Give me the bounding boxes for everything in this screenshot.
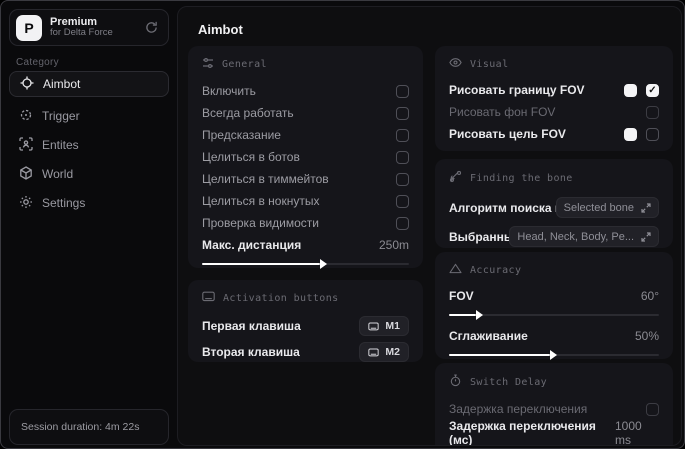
slider-value: 1000 ms (615, 419, 642, 446)
bone-row: Выбранные кос Head, Neck, Body, Pe... (449, 223, 659, 250)
entity-scan-icon (19, 136, 33, 154)
world-icon (19, 165, 33, 183)
toggle-row: Задержка переключения (449, 398, 659, 420)
slider-value: 60° (640, 289, 659, 303)
brand-subtitle: for Delta Force (50, 27, 113, 39)
stopwatch-icon (449, 374, 462, 390)
checkbox[interactable] (396, 172, 409, 186)
sidebar-item-label: Aimbot (43, 77, 81, 91)
smoothing-slider[interactable] (449, 350, 659, 360)
panel-accuracy: Accuracy FOV 60° Сглаживание 50% (435, 252, 673, 360)
color-swatch[interactable] (624, 127, 637, 141)
bone-row: Алгоритм поиска кост Selected bone (449, 194, 659, 221)
checkbox[interactable] (646, 127, 659, 141)
selected-bones-dropdown[interactable]: Head, Neck, Body, Pe... (509, 226, 659, 247)
keybind-button-m2[interactable]: M2 (359, 342, 409, 362)
panel-switch-delay: Switch Delay Задержка переключения Задер… (435, 363, 673, 446)
brand-card: P Premium for Delta Force (9, 9, 169, 46)
fov-slider[interactable] (449, 310, 659, 320)
toggle-row: Целиться в нокнутых (202, 190, 409, 212)
keyboard-icon (202, 291, 215, 305)
keybind-row: Вторая клавиша M2 (202, 339, 409, 365)
main-content: Aimbot General Включить Всегда работать (177, 6, 682, 446)
category-label: Category (16, 57, 59, 68)
keyboard-icon (368, 321, 380, 330)
sidebar-item-label: World (42, 167, 74, 181)
panel-title: Visual (470, 58, 509, 70)
checkbox[interactable] (396, 194, 409, 208)
sidebar-item-label: Trigger (42, 109, 80, 123)
panel-title: Switch Delay (470, 376, 548, 388)
toggle-row: Предсказание (202, 124, 409, 146)
slider-label-row: Задержка переключения (мс) 1000 ms (449, 419, 659, 446)
bone-icon (449, 170, 462, 186)
toggle-row: Целиться в ботов (202, 146, 409, 168)
eye-icon (449, 57, 462, 71)
sidebar-item-entites[interactable]: Entites (9, 132, 169, 158)
panel-activation-buttons: Activation buttons Первая клавиша M1 Вто… (188, 280, 423, 362)
keyboard-icon (368, 347, 380, 356)
panel-title: Activation buttons (223, 292, 339, 304)
scope-icon (19, 108, 33, 125)
slider-value: 250m (378, 238, 409, 252)
expand-icon (641, 231, 651, 242)
sidebar-item-aimbot[interactable]: Aimbot (9, 71, 169, 97)
panel-finding-bone: Finding the bone Алгоритм поиска кост Se… (435, 159, 673, 248)
panel-title: General (222, 59, 267, 70)
visual-row: Рисовать фон FOV (449, 101, 659, 123)
crosshair-icon (20, 76, 34, 93)
panel-title: Finding the bone (470, 172, 573, 184)
checkbox[interactable] (396, 128, 409, 142)
panel-title: Accuracy (470, 264, 522, 276)
visual-row: Рисовать цель FOV (449, 123, 659, 145)
bone-algorithm-dropdown[interactable]: Selected bone (555, 197, 659, 218)
max-distance-slider[interactable] (202, 259, 409, 269)
visual-row: Рисовать границу FOV (449, 79, 659, 101)
slider-value: 50% (634, 329, 659, 343)
sidebar: P Premium for Delta Force Category Aimbo… (1, 1, 177, 448)
gear-icon (19, 195, 33, 212)
expand-icon (641, 202, 651, 213)
checkbox[interactable] (396, 216, 409, 230)
checkbox[interactable] (646, 83, 659, 97)
session-duration: Session duration: 4m 22s (9, 409, 169, 445)
sliders-icon (202, 57, 214, 72)
keybind-button-m1[interactable]: M1 (359, 316, 409, 336)
checkbox[interactable] (396, 84, 409, 98)
checkbox[interactable] (396, 106, 409, 120)
app-window: P Premium for Delta Force Category Aimbo… (0, 0, 685, 449)
sidebar-item-label: Entites (42, 138, 79, 152)
toggle-row: Проверка видимости (202, 212, 409, 234)
sidebar-item-settings[interactable]: Settings (9, 190, 169, 216)
sidebar-item-label: Settings (42, 196, 86, 210)
page-title: Aimbot (198, 22, 243, 37)
sidebar-item-world[interactable]: World (9, 161, 169, 187)
panel-general: General Включить Всегда работать Предска… (188, 46, 423, 269)
color-swatch[interactable] (624, 83, 637, 97)
toggle-row: Всегда работать (202, 102, 409, 124)
triangle-icon (449, 263, 462, 277)
keybind-row: Первая клавиша M1 (202, 313, 409, 339)
toggle-row: Включить (202, 80, 409, 102)
slider-label-row: FOV 60° (449, 289, 659, 303)
checkbox[interactable] (646, 402, 659, 416)
checkbox[interactable] (396, 150, 409, 164)
toggle-row: Целиться в тиммейтов (202, 168, 409, 190)
refresh-icon[interactable] (145, 21, 158, 34)
sidebar-item-trigger[interactable]: Trigger (9, 103, 169, 129)
panel-visual: Visual Рисовать границу FOV Рисовать фон… (435, 46, 673, 151)
slider-label-row: Макс. дистанция 250m (202, 238, 409, 252)
brand-logo: P (16, 14, 42, 41)
slider-label-row: Сглаживание 50% (449, 329, 659, 343)
checkbox[interactable] (646, 105, 659, 119)
